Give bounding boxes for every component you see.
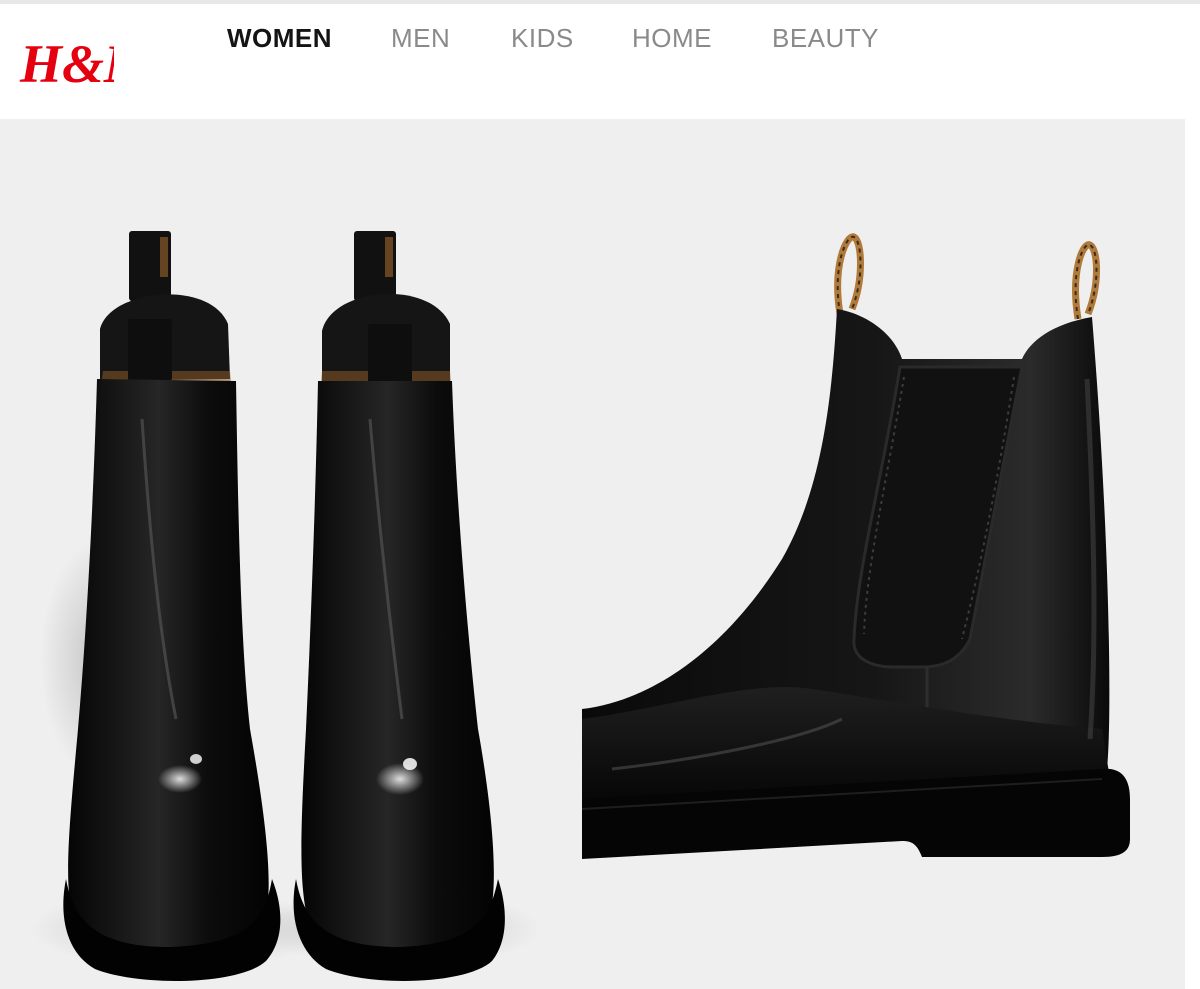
- product-page: H&M WOMEN MEN KIDS HOME BEAUTY: [0, 0, 1200, 989]
- hm-logo[interactable]: H&M: [18, 26, 114, 96]
- nav-item-home[interactable]: HOME: [632, 22, 712, 54]
- left-boot-shape: [63, 231, 281, 981]
- site-header: H&M WOMEN MEN KIDS HOME BEAUTY: [0, 4, 1200, 116]
- product-image-gallery: [0, 119, 1200, 989]
- nav-item-women[interactable]: WOMEN: [227, 22, 332, 54]
- nav-item-beauty[interactable]: BEAUTY: [772, 22, 879, 54]
- nav-item-kids[interactable]: KIDS: [511, 22, 574, 54]
- product-image-side[interactable]: [582, 119, 1185, 989]
- product-image-front[interactable]: [0, 119, 582, 989]
- boot-side-illustration: [582, 233, 1130, 859]
- hm-logo-text: H&M: [19, 34, 114, 94]
- right-boot-shape: [293, 231, 505, 981]
- nav-item-men[interactable]: MEN: [391, 22, 450, 54]
- boots-pair-illustration: [30, 231, 540, 981]
